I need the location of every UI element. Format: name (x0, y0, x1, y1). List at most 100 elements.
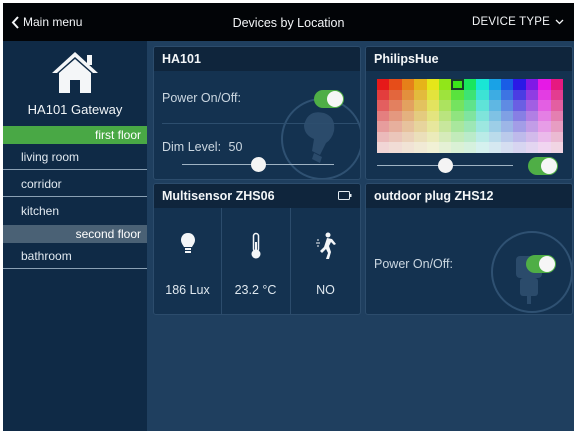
color-swatch[interactable] (501, 110, 514, 122)
color-swatch[interactable] (538, 100, 552, 112)
color-swatch[interactable] (439, 79, 452, 91)
color-swatch[interactable] (401, 100, 415, 112)
color-swatch[interactable] (550, 89, 564, 101)
color-swatch[interactable] (525, 131, 539, 143)
color-swatch[interactable] (377, 89, 390, 101)
brightness-slider-handle[interactable] (437, 158, 453, 173)
color-swatch[interactable] (538, 89, 552, 101)
color-swatch[interactable] (377, 79, 390, 91)
color-swatch[interactable] (488, 100, 502, 112)
color-swatch[interactable] (377, 121, 390, 133)
color-swatch[interactable] (525, 121, 539, 133)
color-swatch[interactable] (377, 131, 390, 143)
color-swatch[interactable] (488, 79, 502, 91)
color-swatch[interactable] (513, 142, 527, 154)
sidebar-item-corridor[interactable]: corridor (3, 171, 147, 197)
color-swatch[interactable] (476, 79, 490, 91)
color-swatch[interactable] (426, 89, 440, 101)
color-swatch[interactable] (513, 89, 527, 101)
color-swatch[interactable] (401, 110, 415, 122)
color-swatch[interactable] (463, 79, 477, 91)
color-swatch[interactable] (414, 131, 428, 143)
color-swatch[interactable] (451, 79, 465, 91)
color-swatch[interactable] (401, 89, 415, 101)
color-swatch[interactable] (439, 100, 452, 112)
color-swatch[interactable] (538, 121, 552, 133)
power-toggle[interactable] (314, 90, 344, 108)
color-swatch[interactable] (488, 110, 502, 122)
color-swatch[interactable] (501, 142, 514, 154)
power-toggle[interactable] (526, 255, 556, 273)
color-swatch[interactable] (501, 131, 514, 143)
color-picker[interactable] (377, 79, 564, 154)
color-swatch[interactable] (538, 142, 552, 154)
color-swatch[interactable] (463, 121, 477, 133)
color-swatch[interactable] (463, 89, 477, 101)
color-swatch[interactable] (389, 79, 403, 91)
color-swatch[interactable] (476, 89, 490, 101)
color-swatch[interactable] (414, 121, 428, 133)
color-swatch[interactable] (414, 79, 428, 91)
color-swatch[interactable] (463, 142, 477, 154)
color-swatch[interactable] (476, 131, 490, 143)
sidebar-item-kitchen[interactable]: kitchen (3, 198, 147, 225)
color-swatch[interactable] (401, 131, 415, 143)
color-swatch[interactable] (463, 100, 477, 112)
color-swatch[interactable] (451, 142, 465, 154)
color-swatch[interactable] (389, 131, 403, 143)
device-type-menu[interactable]: DEVICE TYPE (472, 16, 564, 28)
color-swatch[interactable] (488, 142, 502, 154)
color-swatch[interactable] (451, 110, 465, 122)
color-swatch[interactable] (501, 89, 514, 101)
color-swatch[interactable] (414, 110, 428, 122)
color-swatch[interactable] (439, 131, 452, 143)
color-swatch[interactable] (389, 89, 403, 101)
color-swatch[interactable] (439, 110, 452, 122)
color-swatch[interactable] (513, 131, 527, 143)
sidebar-item-bathroom[interactable]: bathroom (3, 243, 147, 269)
color-swatch[interactable] (476, 110, 490, 122)
color-swatch[interactable] (525, 79, 539, 91)
color-swatch[interactable] (538, 110, 552, 122)
color-swatch[interactable] (476, 100, 490, 112)
color-swatch[interactable] (451, 121, 465, 133)
gateway-header[interactable]: HA101 Gateway (3, 49, 147, 117)
color-swatch[interactable] (525, 100, 539, 112)
color-swatch[interactable] (550, 142, 564, 154)
color-swatch[interactable] (501, 121, 514, 133)
sidebar-item-living-room[interactable]: living room (3, 144, 147, 170)
color-swatch[interactable] (538, 79, 552, 91)
color-swatch[interactable] (513, 121, 527, 133)
color-swatch[interactable] (501, 79, 514, 91)
color-swatch[interactable] (426, 121, 440, 133)
color-swatch[interactable] (550, 121, 564, 133)
color-swatch[interactable] (476, 121, 490, 133)
color-swatch[interactable] (377, 142, 390, 154)
color-swatch[interactable] (426, 142, 440, 154)
color-swatch[interactable] (550, 131, 564, 143)
dim-slider-handle[interactable] (250, 157, 266, 172)
color-swatch[interactable] (451, 89, 465, 101)
color-swatch[interactable] (550, 110, 564, 122)
color-swatch[interactable] (513, 110, 527, 122)
color-swatch[interactable] (501, 100, 514, 112)
color-swatch[interactable] (513, 79, 527, 91)
color-swatch[interactable] (401, 142, 415, 154)
color-swatch[interactable] (550, 100, 564, 112)
color-swatch[interactable] (426, 100, 440, 112)
color-swatch[interactable] (538, 131, 552, 143)
color-swatch[interactable] (426, 131, 440, 143)
color-swatch[interactable] (426, 110, 440, 122)
color-swatch[interactable] (414, 142, 428, 154)
color-swatch[interactable] (476, 142, 490, 154)
color-swatch[interactable] (401, 79, 415, 91)
color-swatch[interactable] (550, 79, 564, 91)
color-swatch[interactable] (525, 142, 539, 154)
color-swatch[interactable] (426, 79, 440, 91)
color-swatch[interactable] (377, 100, 390, 112)
color-swatch[interactable] (389, 100, 403, 112)
color-swatch[interactable] (377, 110, 390, 122)
color-swatch[interactable] (389, 142, 403, 154)
color-swatch[interactable] (488, 89, 502, 101)
floor-header-first[interactable]: first floor (3, 126, 147, 144)
